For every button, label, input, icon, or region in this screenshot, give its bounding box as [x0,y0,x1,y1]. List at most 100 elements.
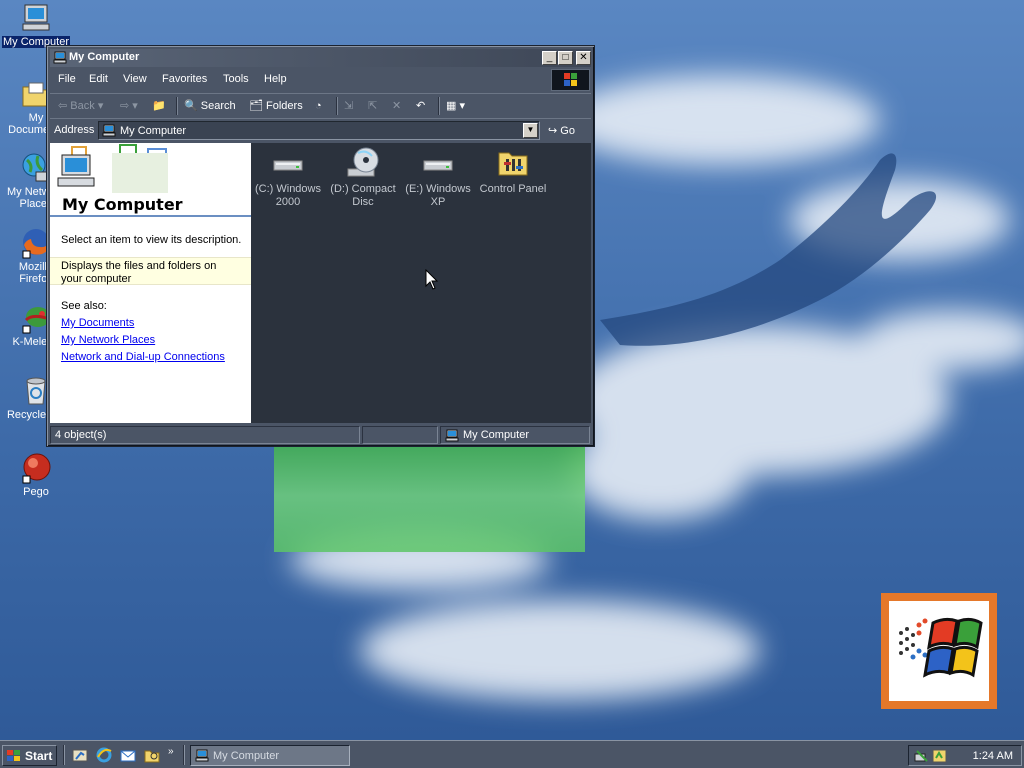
windows-2000-logo [881,593,997,709]
desktop-icon-label: Pego [23,486,49,498]
windows-flag-throbber-icon [551,69,590,91]
info-pane-title: My Computer [62,195,183,214]
copy-to-icon: ⇱ [368,100,378,112]
info-pane-description: Displays the files and folders on your c… [50,257,251,285]
cd-drive-icon [346,147,380,179]
menu-edit[interactable]: Edit [89,73,108,85]
address-label: Address [54,124,95,136]
my-computer-window[interactable]: My Computer _ □ ✕ File Edit View Favorit… [46,45,595,447]
up-folder-icon: 📁 [152,100,166,112]
see-also-label: See also: [61,300,107,312]
copy-to-button[interactable]: ⇱ [368,97,377,115]
status-zone-label: My Computer [463,429,530,441]
folders-icon: 🗂 [249,100,263,112]
menu-bar: File Edit View Favorites Tools Help [50,69,591,91]
start-button[interactable]: Start [2,745,57,766]
go-arrow-icon: ↪ [548,125,558,137]
folder-content: My Computer Select an item to view its d… [50,143,591,423]
move-to-button[interactable]: ⇲ [344,97,353,115]
folders-button[interactable]: 🗂 Folders [249,97,303,115]
internet-explorer-icon[interactable] [96,747,112,763]
link-my-documents[interactable]: My Documents [61,317,134,329]
item-label: (D:) Compact Disc [330,183,396,208]
pego-icon [20,452,52,484]
network-tray-icon[interactable] [914,748,930,767]
hard-drive-icon [421,147,455,179]
info-pane-banner: My Computer [50,143,251,217]
toolbar-separator [336,97,338,115]
system-tray: 1:24 AM [908,745,1022,766]
desktop-icon-my-computer[interactable]: My Computer [0,2,72,48]
chevron-down-icon: ▾ [97,100,104,112]
item-label: (C:) Windows 2000 [254,183,321,208]
back-arrow-icon: ⇦ [58,100,68,112]
quick-launch-more-icon[interactable]: » [168,746,174,757]
taskbar-separator [63,745,65,765]
status-zone: My Computer [440,426,590,444]
windows-flag-icon [6,749,22,763]
volume-tray-icon[interactable] [932,748,948,767]
list-item-d-cd[interactable]: (D:) Compact Disc [327,147,399,209]
list-item-control-panel[interactable]: Control Panel [477,147,549,196]
status-empty-cell [362,426,438,444]
hard-drive-icon [271,147,305,179]
menu-tools[interactable]: Tools [223,73,249,85]
close-button[interactable]: ✕ [576,51,591,65]
menu-help[interactable]: Help [264,73,287,85]
status-bar: 4 object(s) My Computer [50,426,591,444]
explorer-icon[interactable] [144,747,160,763]
wallpaper-green-block [274,440,585,552]
control-panel-folder-icon [496,147,530,179]
link-my-network-places[interactable]: My Network Places [61,334,155,346]
taskbar-button-label: My Computer [213,750,280,762]
search-button[interactable]: 🔍 Search [184,97,236,115]
my-computer-banner-icon [57,144,168,193]
info-pane-hint: Select an item to view its description. [61,234,242,246]
menu-favorites[interactable]: Favorites [162,73,207,85]
outlook-express-icon[interactable] [120,747,136,763]
history-icon: ◔ [315,100,322,112]
computer-icon [102,124,116,137]
list-item-e-drive[interactable]: (E:) Windows XP [402,147,474,209]
chevron-down-icon: ▼ [526,125,535,134]
address-dropdown-button[interactable]: ▼ [523,123,538,138]
taskbar-clock: 1:24 AM [972,750,1013,762]
item-label: Control Panel [479,183,547,195]
desktop-icon-pego[interactable]: Pego [0,452,72,498]
taskbar: Start » My Computer 1:24 AM [0,740,1024,768]
history-button[interactable]: ◔ [315,97,322,115]
link-network-dialup-connections[interactable]: Network and Dial-up Connections [61,351,225,363]
address-input[interactable]: My Computer ▼ [98,121,540,140]
address-value: My Computer [120,125,187,137]
minimize-button[interactable]: _ [542,51,557,65]
move-to-icon: ⇲ [344,100,354,112]
go-button[interactable]: ↪ Go [548,122,575,140]
window-title: My Computer [69,51,140,63]
up-folder-button[interactable]: 📁 [152,97,166,115]
back-button[interactable]: ⇦ Back ▾ [58,97,103,115]
mouse-cursor-icon [425,269,439,290]
status-object-count: 4 object(s) [50,426,360,444]
list-item-c-drive[interactable]: (C:) Windows 2000 [252,147,324,209]
computer-icon [195,749,209,762]
views-button[interactable]: ▦ ▾ [446,97,465,115]
window-titlebar[interactable]: My Computer _ □ ✕ [50,49,591,67]
maximize-button[interactable]: □ [558,51,573,65]
views-grid-icon: ▦ ▾ [446,100,465,112]
address-bar: Address My Computer ▼ ↪ Go [50,118,591,142]
taskbar-separator [183,745,185,765]
search-icon: 🔍 [184,100,198,112]
menu-file[interactable]: File [58,73,76,85]
show-desktop-icon[interactable] [72,747,88,763]
forward-arrow-icon: ⇨ ▾ [120,100,138,112]
toolbar-separator [176,97,178,115]
forward-button[interactable]: ⇨ ▾ [120,97,138,115]
undo-icon: ↶ [416,100,426,112]
delete-button[interactable]: ✕ [392,97,401,115]
undo-button[interactable]: ↶ [416,97,425,115]
computer-icon [20,2,52,34]
taskbar-button-my-computer[interactable]: My Computer [190,745,350,766]
toolbar-separator [438,97,440,115]
webview-info-pane: My Computer Select an item to view its d… [50,143,251,423]
menu-view[interactable]: View [123,73,147,85]
